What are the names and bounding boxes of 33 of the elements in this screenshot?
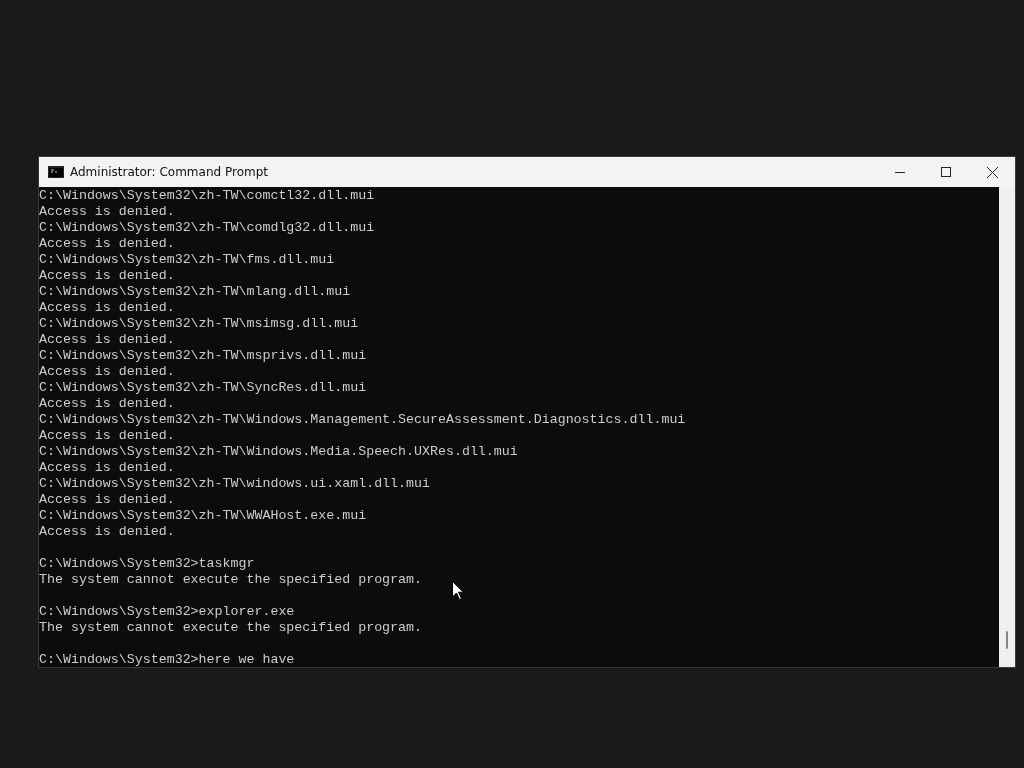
console-line: C:\Windows\System32\zh-TW\SyncRes.dll.mui	[39, 380, 368, 396]
console-icon	[48, 166, 64, 178]
console-line: C:\Windows\System32\zh-TW\msimsg.dll.mui	[39, 316, 360, 332]
console-line: Access is denied.	[39, 364, 176, 380]
mouse-pointer-icon	[452, 581, 464, 600]
console-line: Access is denied.	[39, 204, 176, 220]
console-line: Access is denied.	[39, 524, 176, 540]
console-line: The system cannot execute the specified program.	[39, 620, 423, 636]
console-line: C:\Windows\System32\zh-TW\mlang.dll.mui	[39, 284, 352, 300]
console-line: C:\Windows\System32\zh-TW\WWAHost.exe.mui	[39, 508, 368, 524]
console-line: The system cannot execute the specified program.	[39, 572, 423, 588]
console-line: Access is denied.	[39, 236, 176, 252]
maximize-icon	[941, 167, 951, 177]
console-line: Access is denied.	[39, 428, 176, 444]
console-line: C:\Windows\System32\zh-TW\Windows.Management.SecureAssessment.Diagnostics.dll.mui	[39, 412, 687, 428]
close-icon	[986, 166, 998, 178]
console-line: C:\Windows\System32>here we have	[39, 652, 296, 667]
console-line: C:\Windows\System32>taskmgr	[39, 556, 256, 572]
console-line: C:\Windows\System32\zh-TW\windows.ui.xaml.dll.mui	[39, 476, 431, 492]
console-line: Access is denied.	[39, 492, 176, 508]
console-line: C:\Windows\System32>explorer.exe	[39, 604, 296, 620]
console-line: Access is denied.	[39, 460, 176, 476]
console-line: C:\Windows\System32\zh-TW\fms.dll.mui	[39, 252, 336, 268]
console-line: C:\Windows\System32\zh-TW\Windows.Media.Speech.UXRes.dll.mui	[39, 444, 519, 460]
console-line: Access is denied.	[39, 332, 176, 348]
console-line: C:\Windows\System32\zh-TW\msprivs.dll.mui	[39, 348, 368, 364]
scroll-thumb[interactable]	[1006, 631, 1008, 649]
console-line: Access is denied.	[39, 300, 176, 316]
window-title: Administrator: Command Prompt	[70, 165, 269, 179]
console-line: Access is denied.	[39, 396, 176, 412]
console-line: C:\Windows\System32\zh-TW\comdlg32.dll.mui	[39, 220, 376, 236]
console-line: Access is denied.	[39, 268, 176, 284]
console-line: C:\Windows\System32\zh-TW\comctl32.dll.mui	[39, 188, 376, 204]
